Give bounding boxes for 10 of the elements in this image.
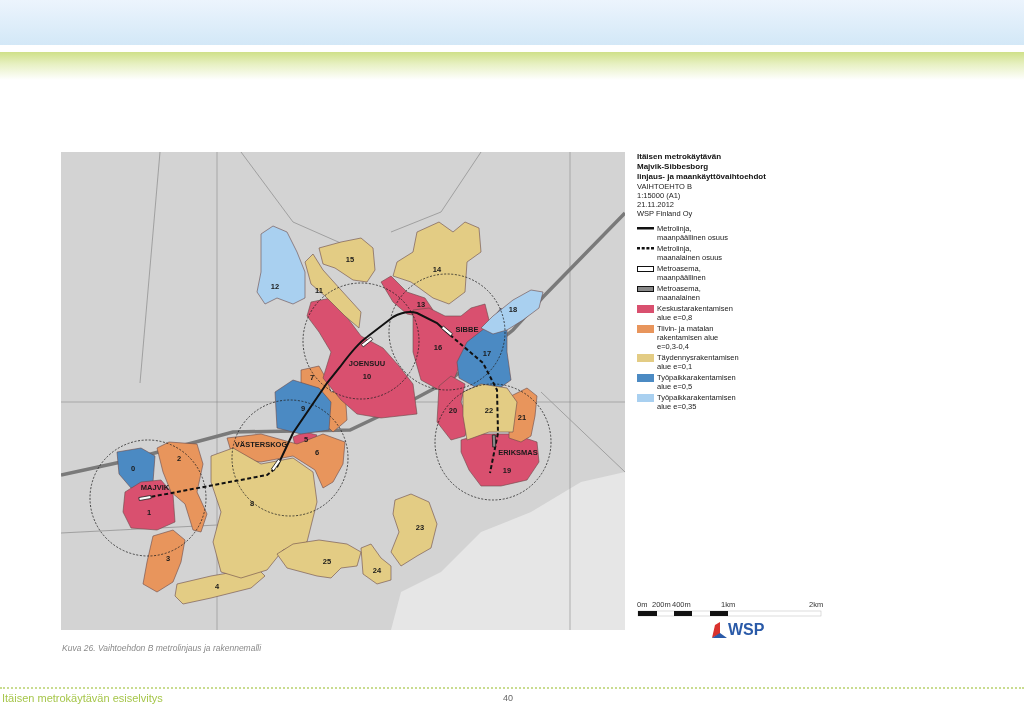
station-marker-icon xyxy=(637,265,654,272)
station-marker-icon xyxy=(637,285,654,292)
dashed-line-icon xyxy=(637,247,654,250)
page-number: 40 xyxy=(503,693,513,703)
solid-line-icon xyxy=(637,227,654,230)
logo-text: WSP xyxy=(728,622,765,638)
legend-title: Itäisen metrokäytävän Majvik-Sibbesborg linjaus- ja maankäyttövaihtoehdot xyxy=(637,152,767,182)
footer-title: Itäisen metrokäytävän esiselvitys xyxy=(1,692,164,704)
figure-caption: Kuva 26. Vaihtoehdon B metrolinjaus ja rakennemalli xyxy=(62,643,262,653)
logo-mark-icon xyxy=(712,622,727,638)
